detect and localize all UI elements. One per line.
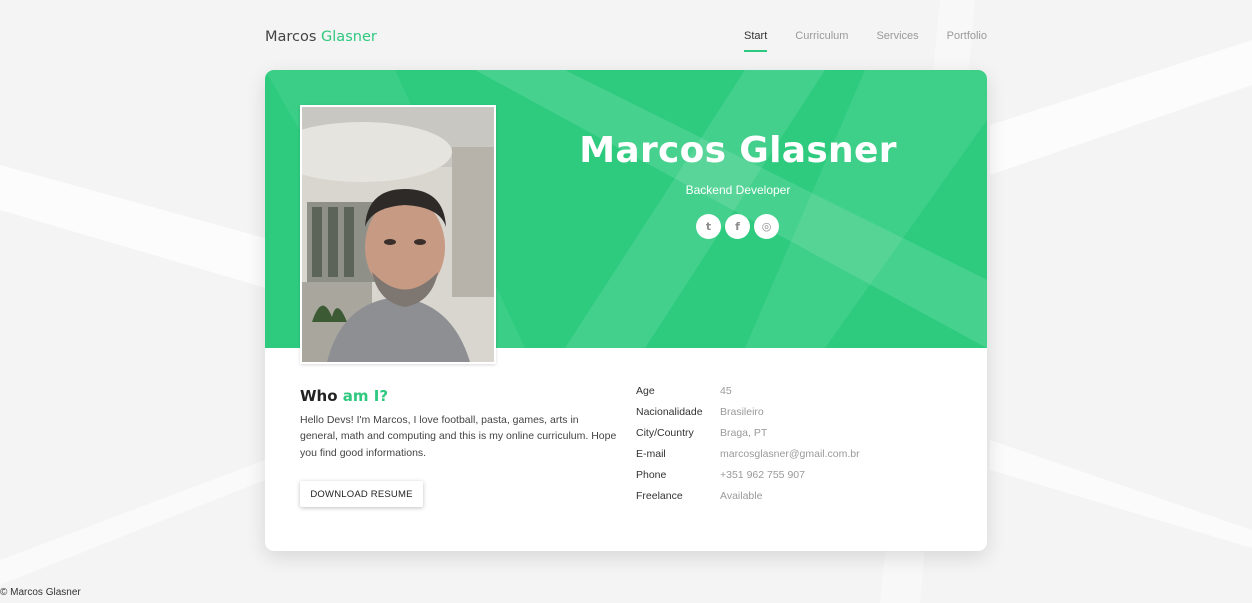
info-label: City/Country: [636, 427, 694, 439]
footer-copyright: © Marcos Glasner: [0, 587, 81, 598]
info-value: 45: [720, 385, 732, 397]
nav-item-portfolio[interactable]: Portfolio: [947, 30, 987, 42]
nav-item-services[interactable]: Services: [876, 30, 918, 42]
info-value: marcosglasner@gmail.com.br: [720, 448, 860, 460]
info-row-city: City/Country Braga, PT: [636, 427, 860, 448]
profile-photo: [300, 105, 496, 364]
download-resume-button[interactable]: DOWNLOAD RESUME: [300, 481, 423, 507]
top-navbar: Marcos Glasner Start Curriculum Services…: [265, 22, 987, 62]
brand-last-name: Glasner: [321, 29, 377, 45]
twitter-icon[interactable]: t: [696, 214, 721, 239]
hero-role: Backend Developer: [685, 183, 791, 197]
info-row-freelance: Freelance Available: [636, 490, 860, 511]
info-label: Age: [636, 385, 655, 397]
info-label: Nacionalidade: [636, 406, 703, 418]
info-label: Phone: [636, 469, 667, 481]
info-row-phone: Phone +351 962 755 907: [636, 469, 860, 490]
info-row-email: E-mail marcosglasner@gmail.com.br: [636, 448, 860, 469]
brand-first-name: Marcos: [265, 29, 317, 45]
profile-photo-image: [302, 107, 494, 362]
nav-item-curriculum[interactable]: Curriculum: [795, 30, 848, 42]
facebook-icon[interactable]: f: [725, 214, 750, 239]
main-nav: Start Curriculum Services Portfolio: [716, 30, 987, 52]
personal-info-list: Age 45 Nacionalidade Brasileiro City/Cou…: [636, 385, 860, 511]
about-heading-accent: am I?: [342, 387, 389, 405]
about-heading: Who am I?: [300, 387, 620, 405]
info-value: +351 962 755 907: [720, 469, 805, 481]
info-value: Brasileiro: [720, 406, 764, 418]
info-value: Braga, PT: [720, 427, 768, 439]
info-row-nationality: Nacionalidade Brasileiro: [636, 406, 860, 427]
about-heading-start: Who: [300, 387, 338, 405]
hero-name: Marcos Glasner: [579, 130, 897, 171]
info-row-age: Age 45: [636, 385, 860, 406]
info-label: Freelance: [636, 490, 683, 502]
social-links: t f ◎: [696, 214, 783, 239]
instagram-icon[interactable]: ◎: [754, 214, 779, 239]
info-label: E-mail: [636, 448, 666, 460]
profile-card: Marcos Glasner Backend Developer t f ◎ W…: [265, 70, 987, 551]
info-value: Available: [720, 490, 763, 502]
nav-item-start[interactable]: Start: [744, 30, 768, 52]
about-section: Who am I? Hello Devs! I'm Marcos, I love…: [300, 387, 620, 507]
about-text: Hello Devs! I'm Marcos, I love football,…: [300, 414, 617, 459]
brand-logo[interactable]: Marcos Glasner: [265, 29, 377, 45]
